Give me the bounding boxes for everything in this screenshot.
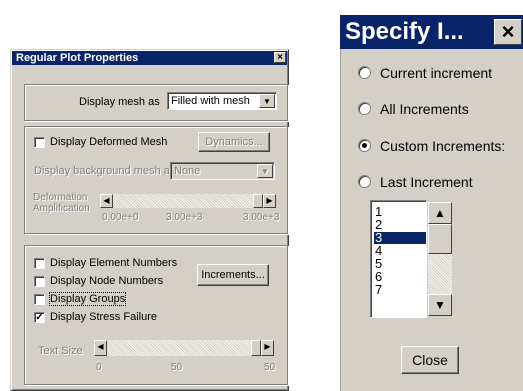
deform-tick: 0.00e+0 bbox=[102, 212, 139, 223]
text-size-label: Text Size bbox=[38, 345, 83, 357]
display-mesh-dropdown[interactable]: ▼ bbox=[259, 94, 275, 108]
display-deformed-checkbox[interactable] bbox=[34, 137, 45, 148]
list-scroll-thumb[interactable] bbox=[428, 224, 452, 254]
display-node-numbers-checkbox[interactable] bbox=[34, 276, 45, 287]
text-size-tick: 0 bbox=[96, 362, 102, 373]
current-increment-label: Current increment bbox=[380, 65, 493, 81]
list-item[interactable]: 7 bbox=[374, 283, 426, 296]
display-deformed-label: Display Deformed Mesh bbox=[50, 136, 168, 148]
arrow-right-icon: ▶ bbox=[266, 196, 273, 205]
background-mesh-value: None bbox=[174, 165, 201, 177]
arrow-left-icon: ◀ bbox=[103, 196, 110, 205]
chevron-down-icon: ▼ bbox=[263, 97, 271, 106]
dialog-title: Regular Plot Properties bbox=[12, 51, 287, 65]
background-dropdown[interactable]: ▼ bbox=[257, 164, 273, 178]
scroll-down-button[interactable]: ▼ bbox=[428, 294, 452, 316]
deformation-slider[interactable] bbox=[100, 194, 276, 208]
display-mesh-value: Filled with mesh bbox=[171, 95, 250, 107]
deform-tick: 3.00e+3 bbox=[243, 212, 280, 223]
dynamics-button[interactable]: Dynamics... bbox=[198, 132, 270, 152]
all-increments-radio[interactable] bbox=[358, 102, 371, 115]
scroll-up-button[interactable]: ▲ bbox=[428, 202, 452, 224]
custom-increments-label: Custom Increments: bbox=[380, 138, 506, 154]
arrow-left-icon: ◀ bbox=[97, 342, 104, 351]
deformation-label: Deformation bbox=[33, 192, 88, 203]
close-button[interactable]: × bbox=[494, 19, 522, 45]
text-size-slider[interactable] bbox=[94, 340, 274, 356]
arrow-up-icon: ▲ bbox=[434, 206, 446, 220]
chevron-down-icon: ▼ bbox=[261, 167, 269, 176]
close-icon: × bbox=[501, 19, 515, 44]
checkmark-icon: ✓ bbox=[35, 312, 44, 323]
display-node-numbers-label: Display Node Numbers bbox=[50, 275, 164, 287]
text-size-tick: 50 bbox=[264, 362, 276, 373]
all-increments-label: All Increments bbox=[380, 101, 469, 117]
increments-list[interactable]: 1 2 3 4 5 6 7 bbox=[370, 200, 427, 318]
arrow-right-icon: ▶ bbox=[264, 342, 271, 351]
increments-button[interactable]: Increments... bbox=[197, 264, 269, 286]
deform-slider-thumb[interactable] bbox=[253, 194, 263, 208]
text-size-tick: 50 bbox=[171, 362, 183, 373]
close-dialog-button[interactable]: Close bbox=[401, 346, 459, 374]
display-element-numbers-label: Display Element Numbers bbox=[50, 257, 178, 269]
last-increment-label: Last Increment bbox=[380, 174, 473, 190]
deform-tick: 3.00e+3 bbox=[166, 212, 203, 223]
deform-scroll-right[interactable]: ▶ bbox=[263, 194, 276, 208]
display-mesh-label: Display mesh as bbox=[79, 96, 160, 108]
current-increment-radio[interactable] bbox=[358, 66, 371, 79]
display-stress-failure-label: Display Stress Failure bbox=[50, 311, 157, 323]
text-size-slider-thumb[interactable] bbox=[251, 340, 261, 356]
display-background-label: Display background mesh as bbox=[34, 165, 176, 177]
display-groups-label: Display Groups bbox=[48, 292, 127, 306]
close-icon: × bbox=[277, 52, 283, 63]
amplification-label: Amplification bbox=[33, 203, 90, 214]
last-increment-radio[interactable] bbox=[358, 175, 371, 188]
display-stress-failure-checkbox[interactable]: ✓ bbox=[34, 312, 45, 323]
text-size-scroll-right[interactable]: ▶ bbox=[261, 340, 274, 356]
display-groups-checkbox[interactable] bbox=[34, 294, 45, 305]
text-size-scroll-left[interactable]: ◀ bbox=[94, 340, 107, 356]
custom-increments-radio[interactable] bbox=[358, 139, 371, 152]
arrow-down-icon: ▼ bbox=[434, 298, 446, 312]
deform-scroll-left[interactable]: ◀ bbox=[100, 194, 113, 208]
close-button[interactable]: × bbox=[274, 52, 286, 63]
display-element-numbers-checkbox[interactable] bbox=[34, 258, 45, 269]
